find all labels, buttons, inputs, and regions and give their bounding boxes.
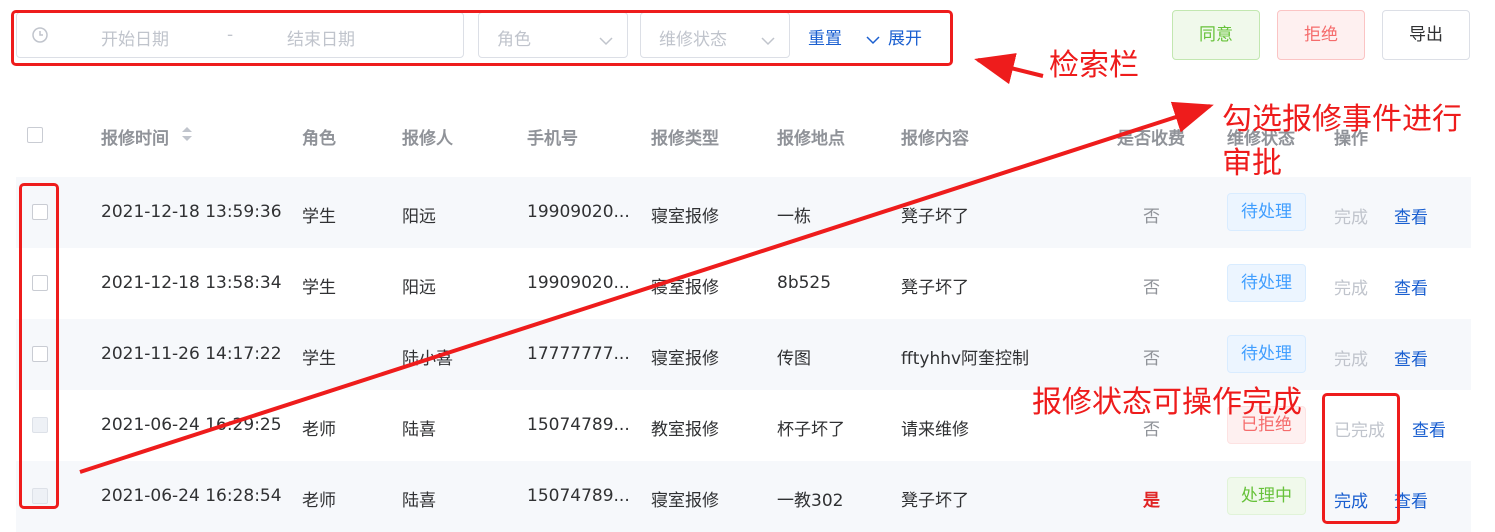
annotation-select-tip-line1: 勾选报修事件进行 [1222, 102, 1462, 137]
annotation-status-tip: 报修状态可操作完成 [1032, 385, 1302, 420]
annotation-arrows [79, 53, 1214, 474]
annotation-search-bar: 检索栏 [1049, 48, 1139, 83]
arrow-to-search-bar [974, 53, 1044, 85]
annotation-select-tip-line2: 审批 [1222, 146, 1282, 181]
